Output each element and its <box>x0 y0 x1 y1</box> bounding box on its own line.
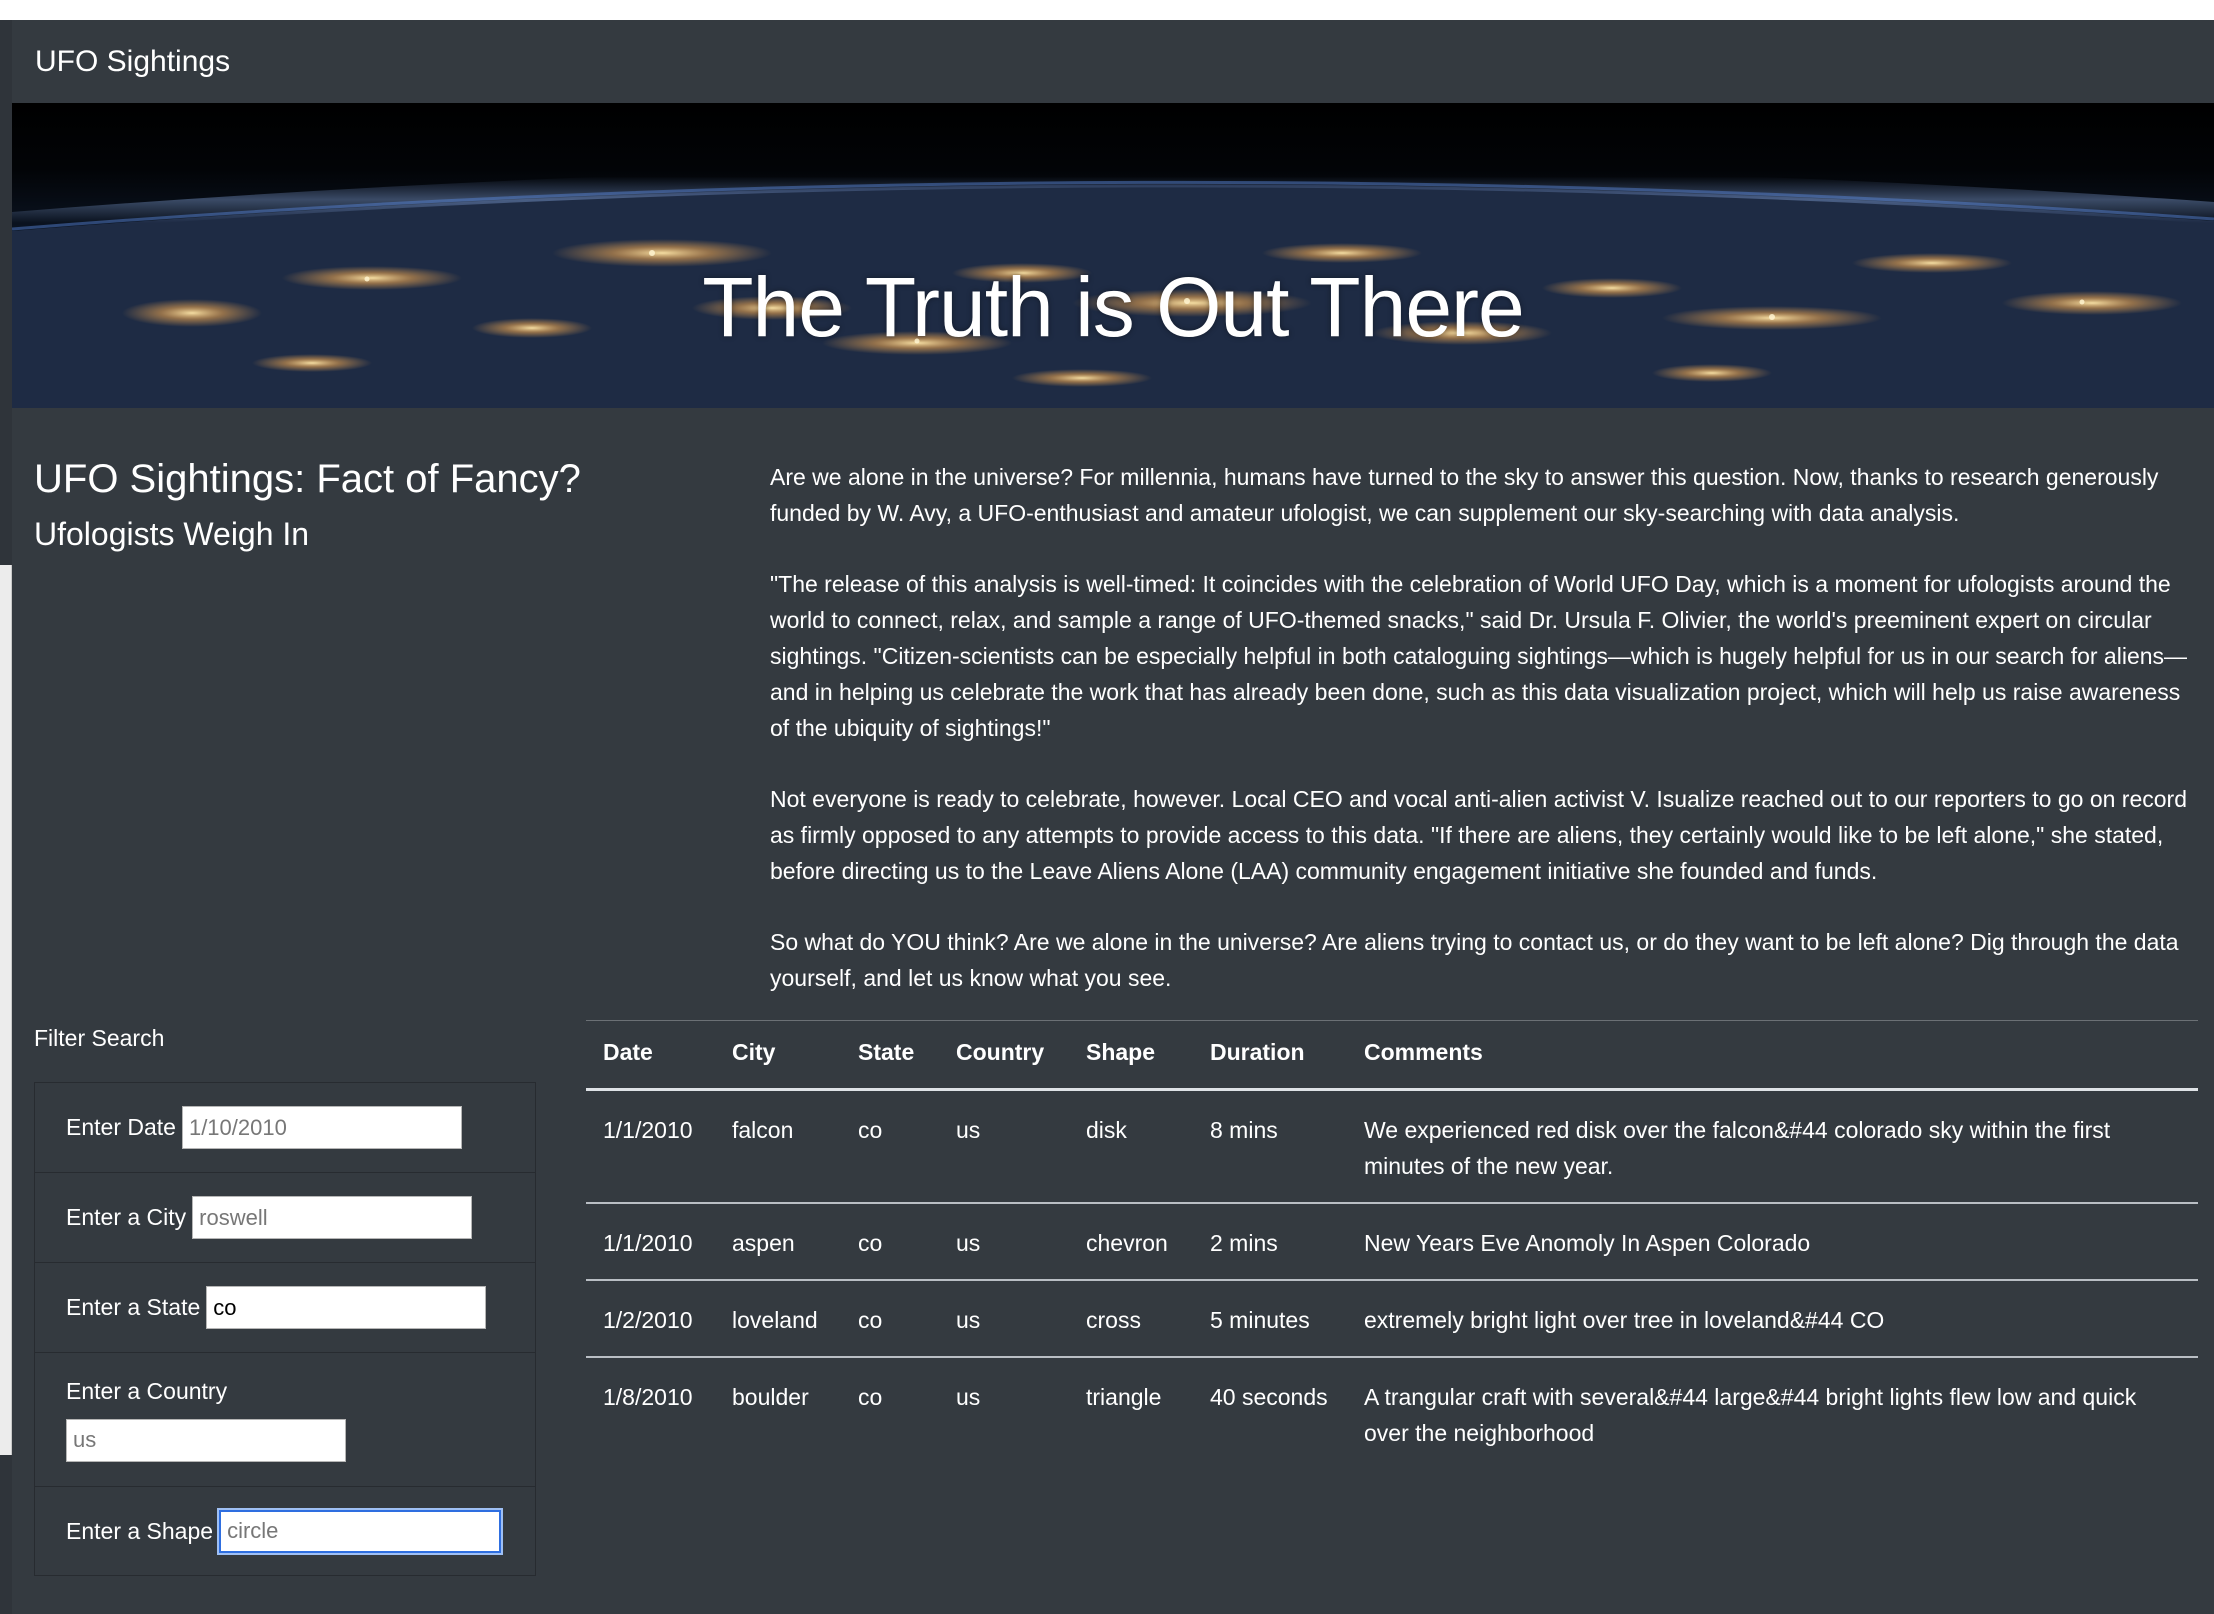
intro-subtitle: Ufologists Weigh In <box>34 516 310 552</box>
navbar: UFO Sightings <box>12 20 2214 103</box>
filter-item-state: Enter a State <box>35 1263 535 1353</box>
city-input[interactable] <box>192 1196 473 1239</box>
earth-at-night-image <box>12 165 2214 408</box>
cell-country: us <box>939 1280 1069 1358</box>
cell-date: 1/8/2010 <box>603 1384 693 1410</box>
shape-input[interactable] <box>219 1509 502 1553</box>
cell-shape: disk <box>1069 1089 1193 1204</box>
column-header-comments: Comments <box>1347 1020 2198 1091</box>
cell-shape: chevron <box>1069 1203 1193 1281</box>
filter-search-heading: Filter Search <box>34 1025 165 1051</box>
shape-label: Enter a Shape <box>66 1517 214 1544</box>
cell-country: us <box>939 1203 1069 1281</box>
filter-item-date: Enter Date <box>35 1083 535 1173</box>
article-body: Are we alone in the universe? For millen… <box>770 459 2200 1031</box>
date-label: Enter Date <box>66 1114 176 1140</box>
cell-country: us <box>956 1384 981 1410</box>
column-header-city: City <box>715 1020 841 1091</box>
sightings-table: Date City State Country Shape Duration C… <box>586 1020 2198 1469</box>
intro-title: UFO Sightings: Fact of Fancy? <box>34 457 581 501</box>
cell-date: 1/2/2010 <box>586 1280 715 1358</box>
cell-comments: A trangular craft with several&#44 large… <box>1364 1384 2137 1446</box>
cell-duration: 8 mins <box>1193 1089 1347 1204</box>
cell-duration: 40 seconds <box>1210 1384 1328 1410</box>
cell-state: co <box>858 1384 883 1410</box>
article-paragraph: Not everyone is ready to celebrate, howe… <box>770 786 2187 884</box>
country-label: Enter a Country <box>66 1377 228 1404</box>
table-row: 1/1/2010 falcon co us disk 8 mins We exp… <box>586 1089 2198 1204</box>
cell-date: 1/1/2010 <box>586 1203 715 1281</box>
state-label: Enter a State <box>66 1294 201 1320</box>
cell-city: boulder <box>732 1384 809 1410</box>
cell-comments: New Years Eve Anomoly In Aspen Colorado <box>1347 1203 2198 1281</box>
filter-list: Enter Date Enter a City Enter a State En… <box>34 1082 536 1576</box>
cell-duration: 5 minutes <box>1193 1280 1347 1358</box>
article-paragraph: Are we alone in the universe? For millen… <box>770 464 2159 526</box>
cell-state: co <box>841 1089 939 1204</box>
column-header-state: State <box>841 1020 939 1091</box>
hero-banner: The Truth is Out There <box>12 103 2214 408</box>
cell-comments: extremely bright light over tree in love… <box>1347 1280 2198 1358</box>
cell-duration: 2 mins <box>1193 1203 1347 1281</box>
hero-title: The Truth is Out There <box>702 260 1525 355</box>
table-row: 1/2/2010 loveland co us cross 5 minutes … <box>586 1280 2198 1358</box>
navbar-brand-link[interactable]: UFO Sightings <box>35 45 230 79</box>
article-paragraph: "The release of this analysis is well-ti… <box>770 571 2188 741</box>
filter-item-shape: Enter a Shape <box>35 1487 535 1575</box>
cell-shape: triangle <box>1086 1384 1162 1410</box>
column-header-country: Country <box>939 1020 1069 1091</box>
cell-country: us <box>939 1089 1069 1204</box>
filter-item-country: Enter a Country <box>35 1353 535 1487</box>
date-input[interactable] <box>181 1106 462 1149</box>
cell-state: co <box>841 1203 939 1281</box>
cell-city: aspen <box>715 1203 841 1281</box>
country-input[interactable] <box>66 1418 346 1462</box>
table-header-row: Date City State Country Shape Duration C… <box>586 1020 2198 1091</box>
cell-state: co <box>841 1280 939 1358</box>
column-header-date: Date <box>586 1020 715 1091</box>
cell-date: 1/1/2010 <box>586 1089 715 1204</box>
filter-item-city: Enter a City <box>35 1173 535 1263</box>
city-label: Enter a City <box>66 1204 187 1230</box>
column-header-duration: Duration <box>1193 1020 1347 1091</box>
article-paragraph: So what do YOU think? Are we alone in th… <box>770 929 2179 991</box>
cell-city: falcon <box>715 1089 841 1204</box>
page: UFO Sightings The Truth is Out There UFO… <box>12 20 2214 1614</box>
background-window-strip <box>0 565 12 1455</box>
table-row: 1/8/2010 boulder co us triangle 40 secon… <box>586 1357 2198 1469</box>
cell-shape: cross <box>1069 1280 1193 1358</box>
state-input[interactable] <box>206 1286 487 1329</box>
cell-city: loveland <box>715 1280 841 1358</box>
column-header-shape: Shape <box>1069 1020 1193 1091</box>
cell-comments: We experienced red disk over the falcon&… <box>1347 1089 2198 1204</box>
table-row: 1/1/2010 aspen co us chevron 2 mins New … <box>586 1203 2198 1281</box>
background-window-edge <box>0 20 12 1614</box>
